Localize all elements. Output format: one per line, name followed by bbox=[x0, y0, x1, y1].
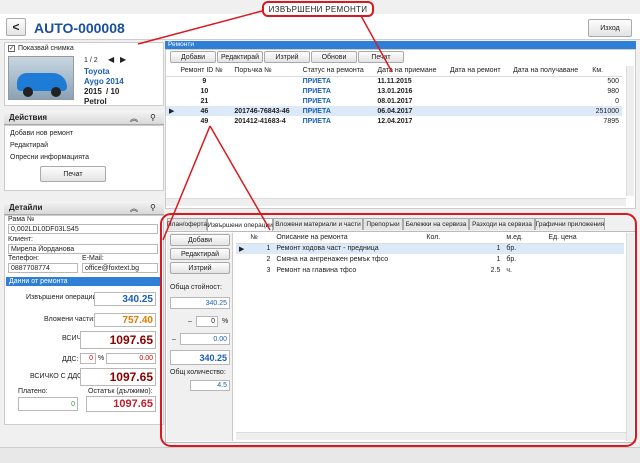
annotation-box-bottom bbox=[160, 213, 637, 447]
annotation-line-bottom-a bbox=[162, 125, 211, 241]
annotation-title: ИЗВЪРШЕНИ РЕМОНТИ bbox=[268, 4, 368, 14]
annotation-label: ИЗВЪРШЕНИ РЕМОНТИ bbox=[262, 1, 374, 17]
annotation-overlay bbox=[137, 10, 637, 447]
annotation-line-left bbox=[137, 10, 263, 45]
annotation-line-right bbox=[359, 13, 393, 73]
